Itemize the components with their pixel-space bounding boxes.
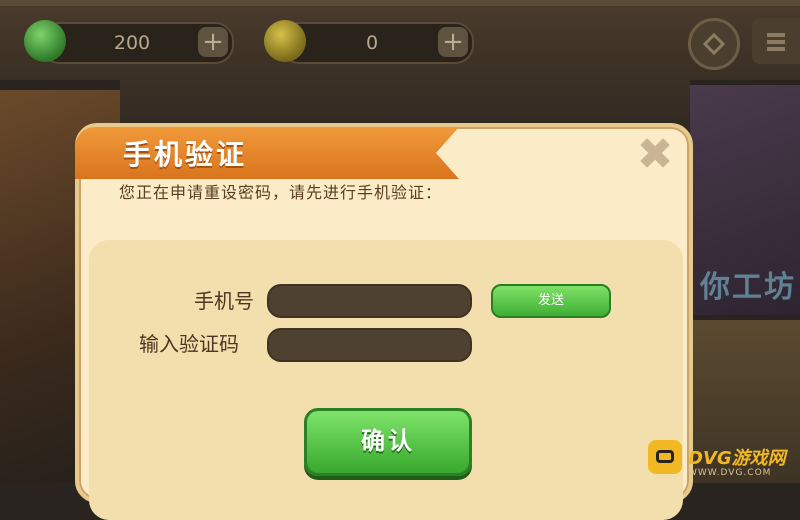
gem-counter: 200 +: [24, 20, 234, 64]
phone-label: 手机号: [194, 289, 254, 313]
coin-counter: 0 +: [264, 20, 474, 64]
add-gems-button[interactable]: +: [198, 27, 228, 57]
resource-bar: 200 + 0 +: [0, 0, 800, 80]
code-label: 输入验证码: [139, 332, 239, 356]
switch-icon-button[interactable]: [688, 18, 740, 70]
gem-count: 200: [113, 32, 151, 54]
send-code-button[interactable]: 发送: [491, 284, 611, 318]
watermark-url: WWW.DVG.COM: [688, 468, 772, 478]
background-sign-text: 你工坊: [700, 270, 796, 305]
title-ribbon: 手机验证: [75, 127, 459, 179]
form-panel: 手机号 发送 输入验证码 确认: [89, 240, 683, 520]
dialog-intro-text: 您正在申请重设密码，请先进行手机验证：: [119, 183, 443, 202]
menu-icon-button[interactable]: [752, 18, 800, 64]
dialog-title: 手机验证: [123, 138, 248, 171]
menu-icon: [767, 33, 785, 51]
phone-input[interactable]: [267, 284, 472, 318]
green-gem-icon: [24, 20, 66, 62]
coin-count: 0: [365, 32, 379, 54]
phone-verification-dialog: 手机验证 ✖ 您正在申请重设密码，请先进行手机验证： 手机号 发送 输入验证码 …: [75, 123, 693, 520]
resource-bar-edge: [0, 0, 800, 6]
confirm-button[interactable]: 确认: [304, 408, 472, 476]
close-x-icon[interactable]: ✖: [635, 133, 675, 177]
gold-coin-icon: [264, 20, 306, 62]
watermark-name: DVG游戏网: [688, 448, 786, 469]
gamepad-logo-icon: [648, 440, 682, 474]
add-coins-button[interactable]: +: [438, 27, 468, 57]
verification-code-input[interactable]: [267, 328, 472, 362]
switch-icon: [702, 32, 726, 56]
